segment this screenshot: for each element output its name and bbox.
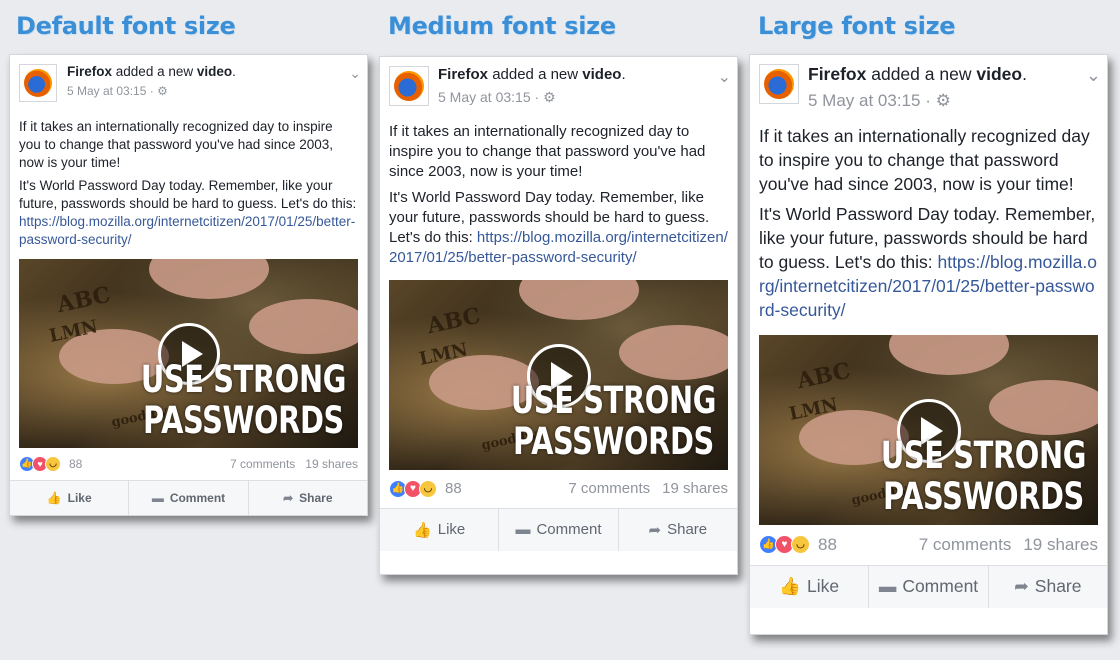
reactions[interactable]: 👍 ♥ ◡ 88 — [389, 479, 462, 498]
post-paragraph-2: It's World Password Day today. Remember,… — [389, 189, 728, 266]
video-thumbnail[interactable]: ABC LMN good bye USE STRONG PASSWORDS — [19, 258, 358, 448]
video-thumbnail[interactable]: ABC LMN good bye USE STRONG PASSWORDS — [759, 334, 1098, 525]
post-title: Firefox added a new video. — [808, 64, 1027, 84]
post-stats: 👍 ♥ ◡ 88 7 comments 19 shares — [10, 448, 367, 480]
post-timestamp: 5 May at 03:15 · ⚙ — [67, 83, 168, 98]
avatar[interactable] — [19, 64, 57, 102]
shares-count[interactable]: 19 shares — [662, 480, 728, 497]
post-timestamp: 5 May at 03:15 · ⚙ — [808, 90, 951, 110]
haha-reaction-icon: ◡ — [45, 455, 61, 472]
comment-button[interactable]: ▬ Comment — [498, 508, 617, 551]
post-title: Firefox added a new video. — [438, 66, 626, 83]
post-actions: 👍 Like ▬ Comment ➦ Share — [10, 479, 367, 515]
post-card-large: Firefox added a new video. 5 May at 03:1… — [749, 54, 1108, 635]
video-hand — [619, 324, 728, 380]
firefox-logo — [764, 69, 794, 99]
shares-count[interactable]: 19 shares — [1023, 535, 1098, 555]
video-hand — [519, 279, 639, 320]
like-button[interactable]: 👍 Like — [750, 566, 868, 608]
thumbs-up-icon: 👍 — [413, 521, 432, 539]
chevron-down-icon[interactable]: ⌄ — [1086, 65, 1101, 86]
post-paragraph-1: If it takes an internationally recognize… — [389, 123, 706, 181]
avatar[interactable] — [759, 64, 799, 104]
video-hand — [149, 258, 269, 299]
haha-reaction-icon: ◡ — [791, 535, 810, 555]
chevron-down-icon[interactable]: ⌄ — [349, 65, 361, 82]
thumbs-up-icon: 👍 — [779, 576, 801, 597]
like-button[interactable]: 👍 Like — [380, 509, 498, 551]
share-button[interactable]: ➦ Share — [617, 508, 737, 551]
reactions[interactable]: 👍 ♥ ◡ 88 — [19, 455, 83, 472]
comment-icon: ▬ — [151, 491, 164, 506]
like-button[interactable]: 👍 Like — [10, 481, 128, 515]
gear-icon: ⚙ — [935, 90, 951, 110]
thumbs-up-icon: 👍 — [46, 491, 62, 506]
reactions-count: 88 — [818, 534, 837, 554]
comment-icon: ▬ — [878, 576, 897, 597]
video-thumbnail[interactable]: ABC LMN good bye USE STRONG PASSWORDS — [389, 279, 728, 470]
reactions-count: 88 — [445, 480, 462, 498]
post-paragraph-2: It's World Password Day today. Remember,… — [759, 204, 1097, 320]
author-name[interactable]: Firefox — [438, 66, 488, 83]
video-overlay-text: USE STRONG PASSWORDS — [880, 433, 1087, 519]
post-actions: 👍 Like ▬ Comment ➦ Share — [750, 564, 1107, 608]
avatar[interactable] — [389, 66, 429, 106]
post-timestamp: 5 May at 03:15 · ⚙ — [438, 88, 556, 105]
comment-button[interactable]: ▬ Comment — [868, 565, 987, 608]
post-paragraph-2: It's World Password Day today. Remember,… — [19, 178, 357, 247]
comments-count[interactable]: 7 comments — [568, 480, 650, 497]
post-paragraph-1: If it takes an internationally recognize… — [19, 119, 334, 170]
post-paragraph-1: If it takes an internationally recognize… — [759, 126, 1090, 195]
video-overlay-text: USE STRONG PASSWORDS — [510, 378, 717, 464]
reactions-count: 88 — [69, 456, 83, 471]
chevron-down-icon[interactable]: ⌄ — [718, 67, 731, 87]
shares-count[interactable]: 19 shares — [305, 457, 358, 471]
post-stats: 👍 ♥ ◡ 88 7 comments 19 shares — [380, 470, 737, 508]
author-name[interactable]: Firefox — [67, 64, 112, 79]
firefox-logo — [24, 69, 52, 97]
post-actions: 👍 Like ▬ Comment ➦ Share — [380, 507, 737, 551]
firefox-logo — [394, 71, 424, 101]
comment-button[interactable]: ▬ Comment — [128, 480, 247, 515]
gear-icon: ⚙ — [157, 83, 168, 98]
post-stats: 👍 ♥ ◡ 88 7 comments 19 shares — [750, 525, 1107, 565]
comment-icon: ▬ — [515, 521, 531, 539]
heading-medium-font-size: Medium font size — [388, 12, 616, 40]
share-arrow-icon: ➦ — [283, 491, 294, 506]
post-header: Firefox added a new video. 5 May at 03:1… — [380, 57, 737, 106]
comments-count[interactable]: 7 comments — [919, 535, 1012, 555]
author-name[interactable]: Firefox — [808, 64, 866, 84]
haha-reaction-icon: ◡ — [419, 479, 437, 498]
gear-icon: ⚙ — [543, 88, 556, 105]
share-button[interactable]: ➦ Share — [247, 480, 367, 515]
comments-count[interactable]: 7 comments — [230, 457, 295, 471]
post-header: Firefox added a new video. 5 May at 03:1… — [750, 55, 1107, 111]
post-header: Firefox added a new video. 5 May at 03:1… — [10, 55, 367, 102]
video-hand — [889, 334, 1009, 375]
video-hand — [249, 298, 358, 354]
post-title: Firefox added a new video. — [67, 64, 236, 79]
post-link[interactable]: https://blog.mozilla.org/internetcitizen… — [19, 214, 355, 247]
video-hand — [989, 379, 1098, 435]
share-arrow-icon: ➦ — [1014, 576, 1029, 597]
reactions[interactable]: 👍 ♥ ◡ 88 — [759, 535, 837, 555]
post-card-medium: Firefox added a new video. 5 May at 03:1… — [379, 56, 738, 575]
video-overlay-text: USE STRONG PASSWORDS — [140, 357, 347, 443]
post-card-default: Firefox added a new video. 5 May at 03:1… — [9, 54, 368, 516]
heading-default-font-size: Default font size — [16, 12, 236, 40]
share-button[interactable]: ➦ Share — [987, 565, 1107, 608]
heading-large-font-size: Large font size — [758, 12, 956, 40]
share-arrow-icon: ➦ — [648, 521, 662, 539]
